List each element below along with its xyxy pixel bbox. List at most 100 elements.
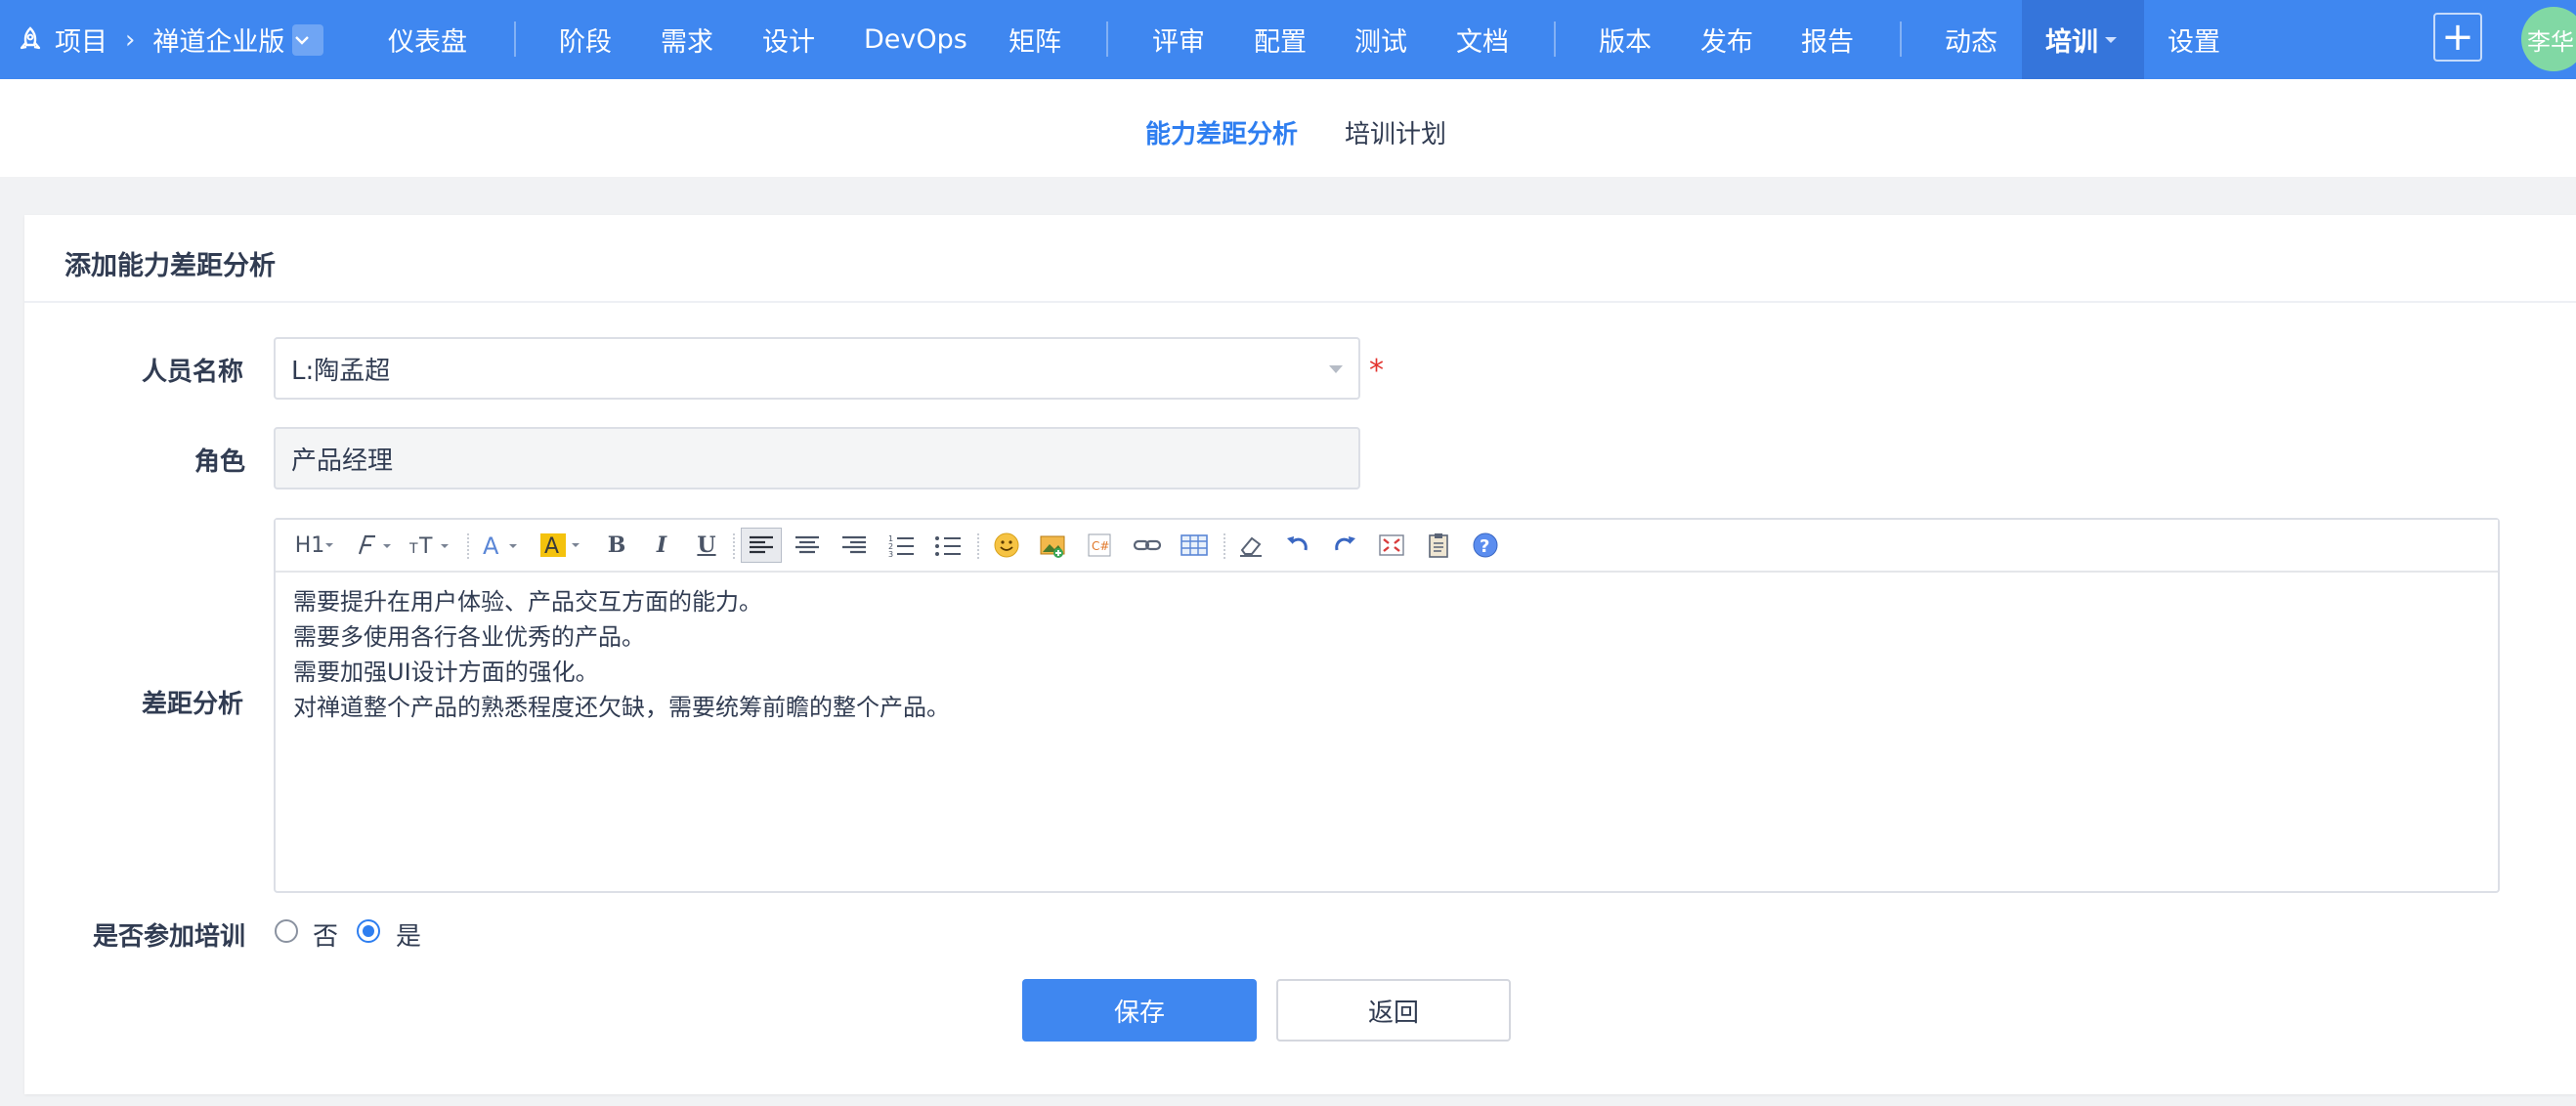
chevron-down-icon (295, 35, 310, 45)
nav-stage[interactable]: 阶段 (536, 0, 635, 79)
nav-label: 培训 (2045, 27, 2098, 58)
role-field: 产品经理 (274, 427, 1360, 489)
bold-label: B (607, 532, 626, 558)
role-value: 产品经理 (291, 446, 394, 476)
nav-divider (1900, 21, 1902, 57)
save-button[interactable]: 保存 (1022, 979, 1257, 1042)
help-icon[interactable]: ? (1466, 528, 1505, 563)
radio-no[interactable] (275, 919, 298, 943)
undo-icon[interactable] (1278, 528, 1317, 563)
bold-icon[interactable]: B (600, 528, 633, 563)
nav-divider (1106, 21, 1108, 57)
align-right-icon[interactable] (835, 528, 874, 563)
nav-matrix[interactable]: 矩阵 (985, 0, 1085, 79)
nav-release[interactable]: 发布 (1677, 0, 1777, 79)
italic-icon[interactable]: I (645, 528, 678, 563)
nav-review[interactable]: 评审 (1129, 0, 1228, 79)
nav-story[interactable]: 需求 (637, 0, 737, 79)
nav-doc[interactable]: 文档 (1433, 0, 1532, 79)
user-avatar[interactable]: 李华 (2521, 7, 2576, 71)
content-line: 需要多使用各行各业优秀的产品。 (293, 623, 645, 651)
create-plus-button[interactable]: + (2433, 13, 2482, 62)
tab-training-plan[interactable]: 培训计划 (1345, 114, 1446, 150)
gap-analysis-editor[interactable]: H1 TT A A B I U 1 2 3 C# ? 需要提升在用户体验、产品交… (274, 518, 2500, 893)
unordered-list-icon[interactable] (928, 528, 967, 563)
form-panel: 添加能力差距分析 人员名称 L:陶孟超 * 角色 产品经理 差距分析 H1 TT… (24, 215, 2576, 1094)
top-navbar: 项目 › 禅道企业版 仪表盘 阶段 需求 设计 DevOps 矩阵 评审 配置 … (0, 0, 2576, 79)
nav-settings[interactable]: 设置 (2144, 0, 2244, 79)
nav-label: 仪表盘 (388, 27, 467, 58)
project-label: 项目 (55, 27, 107, 58)
avatar-text: 李华 (2527, 27, 2574, 56)
chevron-down-icon (1329, 365, 1343, 373)
content-line: 需要加强UI设计方面的强化。 (293, 659, 599, 686)
back-button[interactable]: 返回 (1276, 979, 1511, 1042)
nav-design[interactable]: 设计 (739, 0, 838, 79)
nav-label: 测试 (1354, 27, 1407, 58)
nav-label: 版本 (1599, 27, 1652, 58)
font-size-icon[interactable]: TT (407, 528, 453, 563)
project-breadcrumb[interactable]: 项目 › 禅道企业版 (18, 0, 324, 79)
underline-icon[interactable]: U (690, 528, 723, 563)
nav-dashboard[interactable]: 仪表盘 (365, 0, 491, 79)
edition-switch-button[interactable] (292, 23, 324, 56)
link-icon[interactable] (1128, 528, 1167, 563)
divider (24, 301, 2576, 303)
content-line: 需要提升在用户体验、产品交互方面的能力。 (293, 588, 762, 616)
gap-analysis-label: 差距分析 (142, 690, 244, 719)
nav-build[interactable]: 版本 (1575, 0, 1675, 79)
svg-text:T: T (418, 534, 433, 558)
join-training-label: 是否参加培训 (93, 922, 246, 952)
toolbar-separator (1224, 533, 1225, 559)
clear-format-icon[interactable] (1231, 528, 1270, 563)
nav-dynamic[interactable]: 动态 (1921, 0, 2021, 79)
svg-text:C#: C# (1092, 539, 1109, 553)
required-mark: * (1369, 354, 1384, 388)
nav-config[interactable]: 配置 (1230, 0, 1330, 79)
svg-text:3: 3 (888, 550, 893, 558)
ordered-list-icon[interactable]: 123 (881, 528, 921, 563)
nav-test[interactable]: 测试 (1331, 0, 1431, 79)
tab-gap-analysis[interactable]: 能力差距分析 (1145, 114, 1298, 150)
radio-yes[interactable] (357, 919, 380, 943)
nav-label: 配置 (1254, 27, 1307, 58)
fullscreen-icon[interactable] (1372, 528, 1411, 563)
sub-navbar: 能力差距分析 培训计划 (0, 79, 2576, 177)
edition-name[interactable]: 禅道企业版 (152, 21, 284, 59)
heading-icon[interactable]: H1 (291, 528, 338, 563)
toolbar-separator (467, 533, 469, 559)
nav-label: 设置 (2168, 27, 2220, 58)
highlight-color-icon[interactable]: A (537, 528, 588, 563)
paste-icon[interactable] (1419, 528, 1458, 563)
nav-label: 发布 (1700, 27, 1753, 58)
svg-text:T: T (408, 541, 418, 557)
nav-devops[interactable]: DevOps (840, 0, 991, 79)
nav-training[interactable]: 培训 (2022, 0, 2144, 79)
radio-no-label[interactable]: 否 (313, 916, 338, 953)
nav-label: 动态 (1945, 27, 1997, 58)
radio-yes-label[interactable]: 是 (396, 916, 421, 953)
code-icon[interactable]: C# (1081, 528, 1120, 563)
table-icon[interactable] (1175, 528, 1214, 563)
toolbar-separator (977, 533, 979, 559)
breadcrumb-separator: › (125, 24, 136, 55)
emoji-icon[interactable] (987, 528, 1026, 563)
align-left-icon[interactable] (741, 528, 782, 563)
editor-content[interactable]: 需要提升在用户体验、产品交互方面的能力。 需要多使用各行各业优秀的产品。 需要加… (293, 584, 2480, 725)
redo-icon[interactable] (1325, 528, 1364, 563)
image-icon[interactable] (1034, 528, 1073, 563)
person-name-value: L:陶孟超 (291, 356, 391, 386)
editor-toolbar: H1 TT A A B I U 1 2 3 C# ? (276, 520, 2498, 573)
font-color-icon[interactable]: A (479, 528, 526, 563)
nav-label: 设计 (762, 27, 815, 58)
rocket-icon (20, 25, 41, 49)
person-name-select[interactable]: L:陶孟超 (274, 337, 1360, 400)
align-center-icon[interactable] (788, 528, 827, 563)
svg-text:?: ? (1480, 536, 1489, 557)
back-label: 返回 (1367, 998, 1419, 1028)
save-label: 保存 (1113, 998, 1165, 1028)
font-family-icon[interactable] (352, 528, 395, 563)
plus-icon: + (2441, 15, 2474, 60)
svg-text:A: A (483, 532, 499, 558)
nav-report[interactable]: 报告 (1778, 0, 1877, 79)
